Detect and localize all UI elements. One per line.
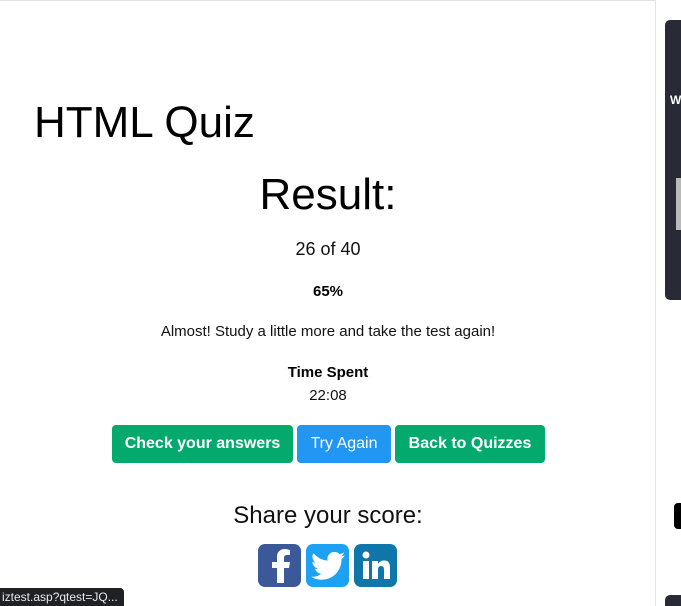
sidebar-letter: W [670,93,681,107]
share-title: Share your score: [233,502,423,529]
time-spent-value: 22:08 [309,387,347,404]
sidebar-panel-bottom [665,595,681,606]
action-buttons: Check your answers Try Again Back to Qui… [112,425,545,463]
sidebar-thumbnail [676,178,681,230]
page-title: HTML Quiz [34,98,255,147]
social-share-icons [258,544,397,587]
try-again-button[interactable]: Try Again [297,425,391,463]
facebook-icon[interactable] [258,544,301,587]
result-message: Almost! Study a little more and take the… [160,323,496,340]
score-percent: 65% [312,283,344,300]
quiz-result-panel: HTML Quiz Result: 26 of 40 65% Almost! S… [0,0,656,606]
score-text: 26 of 40 [295,239,361,259]
status-bar-url: iztest.asp?qtest=JQ... [0,588,124,606]
check-answers-button[interactable]: Check your answers [112,425,293,463]
time-spent-label: Time Spent [287,364,369,381]
result-heading: Result: [259,170,397,219]
back-to-quizzes-button[interactable]: Back to Quizzes [395,425,545,463]
right-sidebar-panel [665,20,681,300]
sidebar-marker [674,503,681,529]
twitter-icon[interactable] [306,544,349,587]
linkedin-icon[interactable] [354,544,397,587]
